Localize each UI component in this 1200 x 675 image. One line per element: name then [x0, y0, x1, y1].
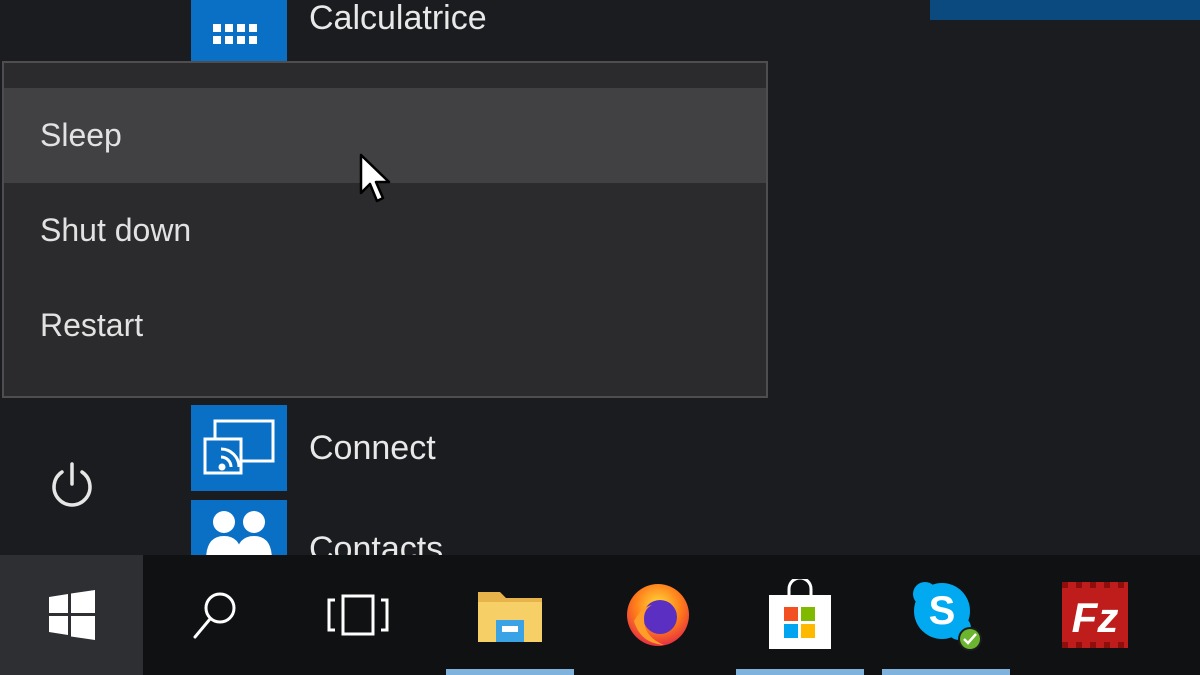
mouse-cursor-icon [359, 153, 391, 203]
svg-text:S: S [929, 589, 956, 633]
app-label: Calculatrice [309, 0, 487, 37]
power-button[interactable] [44, 458, 100, 514]
firefox-icon [627, 584, 689, 646]
filezilla-icon: Fz [1062, 582, 1128, 648]
folder-icon [478, 592, 542, 642]
contacts-people-icon [191, 500, 287, 555]
search-button[interactable] [145, 555, 285, 675]
start-button[interactable] [0, 555, 143, 675]
windows-logo-icon [48, 590, 95, 640]
taskbar: S Fz [0, 555, 1200, 675]
running-indicator [736, 669, 864, 675]
taskbar-filezilla[interactable]: Fz [1025, 555, 1165, 675]
running-indicator [882, 669, 1010, 675]
app-list-item-contacts[interactable]: Contacts [191, 500, 443, 555]
menu-item-label: Restart [40, 307, 144, 343]
running-indicator [446, 669, 574, 675]
start-menu: Calculatrice Connect Contacts Sleep Shut… [0, 0, 1200, 555]
power-options-menu: Sleep Shut down Restart [2, 61, 768, 398]
connect-cast-icon [191, 405, 287, 491]
power-menu-item-restart[interactable]: Restart [4, 278, 766, 373]
app-label: Connect [309, 428, 436, 467]
calculator-icon [191, 0, 287, 61]
taskbar-store[interactable] [730, 555, 870, 675]
app-label: Contacts [309, 530, 444, 555]
taskbar-firefox[interactable] [588, 555, 728, 675]
taskbar-skype[interactable]: S [876, 555, 1016, 675]
app-list-item-calculator[interactable]: Calculatrice [191, 0, 487, 66]
skype-icon: S [913, 582, 982, 651]
menu-item-label: Sleep [40, 117, 122, 153]
store-bag-icon [769, 579, 831, 649]
menu-item-label: Shut down [40, 212, 192, 248]
task-view-icon [327, 594, 389, 636]
search-icon [193, 592, 236, 639]
partial-live-tile[interactable] [930, 0, 1200, 20]
app-list-item-connect[interactable]: Connect [191, 400, 436, 496]
power-icon [52, 462, 92, 507]
task-view-button[interactable] [288, 555, 428, 675]
taskbar-file-explorer[interactable] [440, 555, 580, 675]
svg-text:Fz: Fz [1072, 594, 1119, 641]
